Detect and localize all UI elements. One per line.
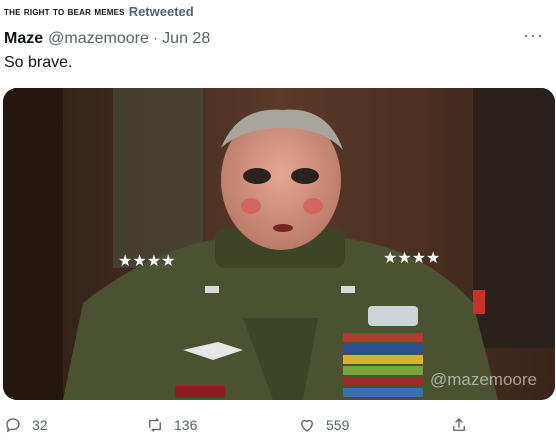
retweet-icon (149, 418, 161, 432)
heart-icon (301, 419, 313, 432)
share-icon (453, 418, 465, 431)
photo-image: ★★★★ ★★★★ (3, 88, 555, 400)
share-button[interactable] (450, 416, 468, 434)
reply-icon (6, 418, 20, 433)
photo-watermark: @mazemoore (429, 370, 537, 389)
tweet-date[interactable]: Jun 28 (162, 30, 210, 48)
reply-count: 32 (32, 417, 48, 433)
tweet-actions: 32 136 559 (0, 410, 556, 442)
more-options-icon[interactable]: ··· (523, 26, 544, 44)
retweet-count: 136 (174, 417, 198, 433)
reply-button[interactable]: 32 (4, 416, 48, 434)
retweeted-label: Retweeted (128, 4, 194, 19)
retweet-button[interactable]: 136 (146, 416, 197, 434)
svg-text:★★★★: ★★★★ (118, 251, 175, 270)
like-count: 559 (326, 417, 350, 433)
retweet-context: the right to bear memes Retweeted (4, 4, 194, 19)
svg-text:★★★★: ★★★★ (383, 248, 440, 267)
author-name[interactable]: Maze (4, 30, 43, 48)
retweeter-name[interactable]: the right to bear memes (4, 6, 125, 18)
tweet-text: So brave. (4, 54, 73, 71)
separator: · (152, 30, 159, 47)
tweet-photo[interactable]: ★★★★ ★★★★ @mazemoore (3, 88, 555, 400)
tweet-header: Maze @mazemoore · Jun 28 (4, 30, 546, 48)
author-handle[interactable]: @mazemoore (48, 30, 149, 48)
like-button[interactable]: 559 (298, 416, 349, 434)
